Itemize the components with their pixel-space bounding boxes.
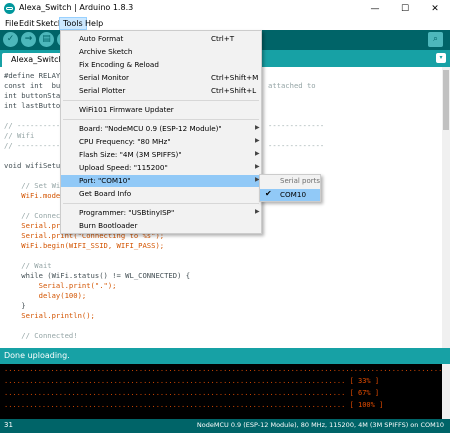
code-line: Serial.println(); (4, 311, 95, 320)
menu-item-archive-sketch[interactable]: Archive Sketch (61, 46, 261, 58)
menu-item-fix-encoding[interactable]: Fix Encoding & Reload (61, 59, 261, 71)
tab-menu-arrow-icon[interactable]: ▾ (436, 53, 446, 63)
menu-item-label: Upload Speed: "115200" (79, 163, 168, 172)
new-button[interactable]: ▤ (39, 32, 54, 47)
code-line: Serial.print("."); (4, 281, 117, 290)
menu-item-serial-plotter[interactable]: Serial Plotter Ctrl+Shift+L (61, 85, 261, 97)
submenu-arrow-icon: ▶ (255, 124, 260, 131)
code-line: // ---------- (4, 141, 61, 150)
menu-item-label: Get Board Info (79, 189, 132, 198)
message-bar: Done uploading. (0, 348, 450, 364)
code-line: // ---------- (4, 121, 61, 130)
code-line: WiFi.begin(WIFI_SSID, WIFI_PASS); (4, 241, 165, 250)
menu-separator (63, 119, 259, 120)
menu-item-label: Serial Monitor (79, 73, 129, 82)
menu-item-get-board-info[interactable]: Get Board Info (61, 188, 261, 200)
port-option-label: COM10 (280, 190, 307, 199)
code-line: WiFi.mode (4, 191, 61, 200)
verify-button[interactable]: ✓ (3, 32, 18, 47)
code-line: delay(100); (4, 291, 87, 300)
code-line: int buttonSta (4, 91, 61, 100)
console-line: ........................................… (4, 377, 380, 385)
code-line: // Wifi (4, 131, 35, 140)
menu-item-label: Port: "COM10" (79, 176, 131, 185)
menu-item-cpu-frequency[interactable]: CPU Frequency: "80 MHz" ▶ (61, 136, 261, 148)
close-icon[interactable]: ✕ (420, 0, 450, 17)
port-submenu: Serial ports ✔ COM10 (259, 174, 321, 202)
submenu-arrow-icon: ▶ (255, 208, 260, 215)
arduino-logo-icon (4, 3, 15, 14)
menu-item-label: Burn Bootloader (79, 221, 138, 230)
code-line: const int bu (4, 81, 61, 90)
menu-item-label: Board: "NodeMCU 0.9 (ESP-12 Module)" (79, 124, 222, 133)
code-line: // Wait (4, 261, 52, 270)
code-fragment: ------------- (268, 141, 325, 150)
code-line: // Connec (4, 211, 61, 220)
menu-item-auto-format[interactable]: Auto Format Ctrl+T (61, 33, 261, 45)
menu-help[interactable]: Help (82, 17, 106, 30)
menu-item-burn-bootloader[interactable]: Burn Bootloader (61, 220, 261, 232)
title-bar: Alexa_Switch | Arduino 1.8.3 — ☐ ✕ (0, 0, 450, 18)
submenu-arrow-icon: ▶ (255, 137, 260, 144)
menu-separator (63, 100, 259, 101)
menu-separator (63, 203, 259, 204)
code-line: #define RELAY (4, 71, 61, 80)
menu-item-board[interactable]: Board: "NodeMCU 0.9 (ESP-12 Module)" ▶ (61, 123, 261, 135)
editor-scrollbar-thumb[interactable] (443, 70, 449, 130)
upload-button[interactable]: → (21, 32, 36, 47)
menu-item-shortcut: Ctrl+Shift+L (211, 86, 257, 95)
code-fragment: attached to (268, 81, 316, 90)
status-message: Done uploading. (4, 351, 70, 360)
maximize-icon[interactable]: ☐ (390, 0, 420, 17)
submenu-arrow-icon: ▶ (255, 163, 260, 170)
submenu-header: Serial ports (280, 177, 321, 185)
menu-item-label: WiFi101 Firmware Updater (79, 105, 174, 114)
checkmark-icon: ✔ (265, 189, 272, 198)
console-line: ........................................… (4, 401, 384, 409)
code-line: } (4, 301, 26, 310)
menu-item-label: Serial Plotter (79, 86, 126, 95)
menu-item-flash-size[interactable]: Flash Size: "4M (3M SPIFFS)" ▶ (61, 149, 261, 161)
code-line: void wifiSetu (4, 161, 61, 170)
console-output: ........................................… (0, 364, 442, 419)
menu-item-port[interactable]: Port: "COM10" ▶ (61, 175, 261, 187)
submenu-arrow-icon: ▶ (255, 150, 260, 157)
code-line: Serial.pr (4, 221, 61, 230)
console-line: ........................................… (4, 365, 442, 373)
menu-item-wifi101-updater[interactable]: WiFi101 Firmware Updater (61, 104, 261, 116)
line-number: 31 (4, 421, 13, 429)
menu-item-label: Programmer: "USBtinyISP" (79, 208, 175, 217)
menu-item-label: Fix Encoding & Reload (79, 60, 159, 69)
tools-menu: Auto Format Ctrl+T Archive Sketch Fix En… (60, 30, 262, 234)
menu-item-shortcut: Ctrl+Shift+M (211, 73, 259, 82)
code-line: while (WiFi.status() != WL_CONNECTED) { (4, 271, 191, 280)
window-title: Alexa_Switch | Arduino 1.8.3 (19, 3, 134, 12)
menu-item-label: Auto Format (79, 34, 124, 43)
code-line: int lastButto (4, 101, 61, 110)
menu-bar: File Edit Sketch Tools Help (0, 17, 450, 30)
board-info: NodeMCU 0.9 (ESP-12 Module), 80 MHz, 115… (196, 421, 444, 429)
menu-item-programmer[interactable]: Programmer: "USBtinyISP" ▶ (61, 207, 261, 219)
menu-item-shortcut: Ctrl+T (211, 34, 235, 43)
console-line: ........................................… (4, 389, 380, 397)
console-scrollbar[interactable] (442, 364, 450, 419)
menu-item-serial-monitor[interactable]: Serial Monitor Ctrl+Shift+M (61, 72, 261, 84)
port-option-com10[interactable]: ✔ COM10 (260, 189, 320, 201)
menu-item-label: CPU Frequency: "80 MHz" (79, 137, 171, 146)
menu-item-label: Flash Size: "4M (3M SPIFFS)" (79, 150, 182, 159)
menu-item-label: Archive Sketch (79, 47, 133, 56)
status-bar: 31 NodeMCU 0.9 (ESP-12 Module), 80 MHz, … (0, 419, 450, 433)
minimize-icon[interactable]: — (360, 0, 390, 17)
code-fragment: ------------- (268, 121, 325, 130)
code-line: // Set Wi (4, 181, 61, 190)
serial-monitor-button[interactable]: ⌕ (428, 32, 443, 47)
code-line: // Connected! (4, 331, 78, 340)
menu-item-upload-speed[interactable]: Upload Speed: "115200" ▶ (61, 162, 261, 174)
